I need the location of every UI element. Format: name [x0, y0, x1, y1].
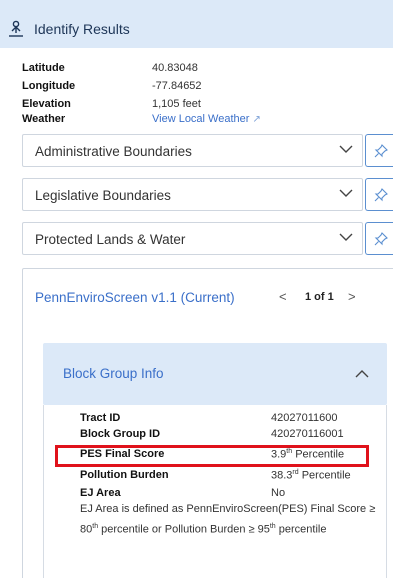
row-block-group-id: Block Group ID 420270116001: [80, 428, 380, 440]
row-label: Block Group ID: [80, 428, 161, 440]
person-pin-icon: [9, 20, 23, 37]
block-group-info-header[interactable]: Block Group Info: [43, 343, 387, 405]
row-value: 38.3rd Percentile: [271, 469, 351, 482]
weather-link-wrap: View Local Weather ↗: [152, 113, 261, 125]
chevron-down-icon: [339, 233, 353, 241]
chevron-down-icon: [339, 189, 353, 197]
row-label: Pollution Burden: [80, 469, 169, 481]
row-tract-id: Tract ID 42027011600: [80, 412, 380, 424]
previous-result-button[interactable]: <: [279, 289, 287, 304]
latitude-label: Latitude: [22, 62, 65, 74]
row-label: PES Final Score: [80, 448, 165, 460]
accordion-label: Protected Lands & Water: [35, 232, 186, 247]
row-value: 420270116001: [271, 428, 344, 440]
accordion-protected-lands-water[interactable]: Protected Lands & Water: [22, 222, 363, 255]
row-value: 42027011600: [271, 412, 338, 424]
accordion-legislative-boundaries[interactable]: Legislative Boundaries: [22, 178, 363, 211]
row-value: 3.9th Percentile: [271, 448, 345, 461]
pin-icon: [374, 144, 388, 158]
elevation-label: Elevation: [22, 98, 71, 110]
result-counter: 1 of 1: [305, 291, 334, 303]
ej-area-definition: EJ Area is defined as PennEnviroScreen(P…: [80, 503, 376, 536]
accordion-label: Administrative Boundaries: [35, 144, 192, 159]
chevron-down-icon: [339, 145, 353, 153]
next-result-button[interactable]: >: [348, 289, 356, 304]
external-link-icon: ↗: [252, 114, 261, 125]
row-pes-final-score: PES Final Score 3.9th Percentile: [80, 448, 380, 461]
longitude-value: -77.84652: [152, 80, 202, 92]
pin-button[interactable]: [365, 134, 393, 167]
weather-link[interactable]: View Local Weather: [152, 113, 249, 125]
pes-panel-title[interactable]: PennEnviroScreen v1.1 (Current): [35, 290, 235, 305]
pin-button[interactable]: [365, 178, 393, 211]
pin-button[interactable]: [365, 222, 393, 255]
pin-icon: [374, 232, 388, 246]
page-title: Identify Results: [34, 21, 130, 37]
latitude-value: 40.83048: [152, 62, 198, 74]
weather-label: Weather: [22, 113, 66, 125]
elevation-value: 1,105 feet: [152, 98, 201, 110]
row-pollution-burden: Pollution Burden 38.3rd Percentile: [80, 469, 380, 482]
row-ej-area: EJ Area No: [80, 487, 380, 499]
longitude-label: Longitude: [22, 80, 76, 92]
pin-icon: [374, 188, 388, 202]
chevron-up-icon: [355, 370, 369, 378]
row-label: Tract ID: [80, 412, 121, 424]
block-group-info-title: Block Group Info: [63, 366, 164, 381]
results-header: Identify Results: [0, 0, 393, 48]
accordion-label: Legislative Boundaries: [35, 188, 171, 203]
row-value: No: [271, 487, 286, 499]
accordion-administrative-boundaries[interactable]: Administrative Boundaries: [22, 134, 363, 167]
row-label: EJ Area: [80, 487, 121, 499]
